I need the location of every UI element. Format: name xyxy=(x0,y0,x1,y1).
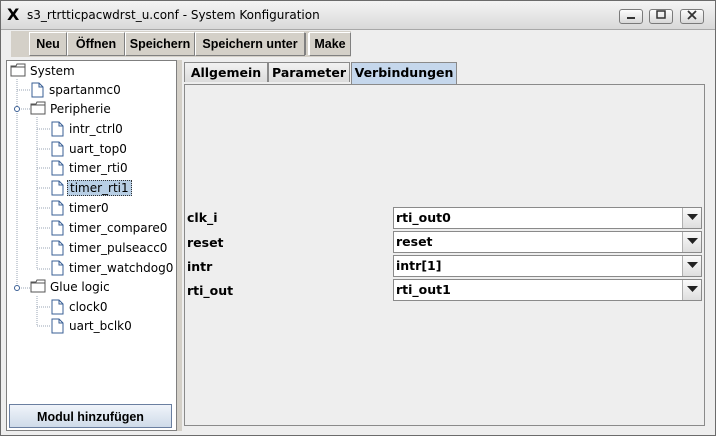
tree-item-system[interactable]: System xyxy=(10,62,77,80)
tree-item-label: Glue logic xyxy=(50,280,110,294)
tree-item-peripherie[interactable]: Peripherie xyxy=(30,100,113,118)
tree-item-label: timer_rti1 xyxy=(67,180,132,196)
maximize-icon xyxy=(656,10,666,19)
folder-icon xyxy=(30,101,46,115)
connection-label-clk-i: clk_i xyxy=(187,210,218,225)
chevron-down-icon xyxy=(687,238,698,244)
connection-label-rti-out: rti_out xyxy=(187,283,234,298)
tree-item-label: timer_rti0 xyxy=(69,161,128,175)
tree-item-timer-compare0[interactable]: timer_compare0 xyxy=(51,219,169,237)
chevron-down-icon xyxy=(687,262,698,268)
module-tree[interactable]: System spartanmc0 Peripherie intr_ctrl0 … xyxy=(6,60,177,431)
chevron-down-icon xyxy=(687,286,698,292)
dropdown-button[interactable] xyxy=(682,208,701,228)
connection-value: rti_out1 xyxy=(396,282,451,297)
tree-item-timer-rti1[interactable]: timer_rti1 xyxy=(51,179,132,197)
save-as-button[interactable]: Speichern unter xyxy=(195,32,305,56)
tab-verbindungen[interactable]: Verbindungen xyxy=(351,62,457,84)
x-icon: X xyxy=(7,5,20,24)
file-icon xyxy=(51,260,64,276)
tree-item-label: timer_pulseacc0 xyxy=(69,241,168,255)
file-icon xyxy=(51,160,64,176)
connection-value: reset xyxy=(396,234,433,249)
file-icon xyxy=(51,318,64,334)
connection-value: intr[1] xyxy=(396,258,442,273)
tree-item-label: System xyxy=(30,64,75,78)
tree-item-label: timer_watchdog0 xyxy=(69,261,174,275)
file-icon xyxy=(31,82,44,98)
tree-item-timer-watchdog0[interactable]: timer_watchdog0 xyxy=(51,259,175,277)
toolbar: Neu Öffnen Speichern Speichern unter Mak… xyxy=(11,31,351,57)
tree-item-timer0[interactable]: timer0 xyxy=(51,199,111,217)
tree-item-label: timer0 xyxy=(69,201,109,215)
connections-panel: clk_i rti_out0 reset reset intr intr[1] … xyxy=(184,84,705,426)
tree-item-timer-pulseacc0[interactable]: timer_pulseacc0 xyxy=(51,239,169,257)
expand-handle-icon[interactable] xyxy=(14,106,20,291)
file-icon xyxy=(51,180,64,196)
tree-item-glue-logic[interactable]: Glue logic xyxy=(30,278,112,296)
make-button[interactable]: Make xyxy=(309,32,351,56)
tab-allgemein[interactable]: Allgemein xyxy=(184,62,268,82)
file-icon xyxy=(51,200,64,216)
save-button[interactable]: Speichern xyxy=(125,32,195,56)
maximize-button[interactable] xyxy=(649,9,673,24)
connection-select-reset[interactable]: reset xyxy=(393,231,702,253)
connection-value: rti_out0 xyxy=(396,210,451,225)
dropdown-button[interactable] xyxy=(682,280,701,300)
close-button[interactable] xyxy=(680,9,704,24)
connection-label-reset: reset xyxy=(187,235,224,250)
tree-item-label: intr_ctrl0 xyxy=(69,122,123,136)
tree-item-label: spartanmc0 xyxy=(49,83,121,97)
tree-item-label: uart_bclk0 xyxy=(69,319,132,333)
tree-item-spartanmc0[interactable]: spartanmc0 xyxy=(31,81,123,99)
tree-item-clock0[interactable]: clock0 xyxy=(51,298,109,316)
connection-select-clk-i[interactable]: rti_out0 xyxy=(393,207,702,229)
connection-select-rti-out[interactable]: rti_out1 xyxy=(393,279,702,301)
tree-item-intr-ctrl0[interactable]: intr_ctrl0 xyxy=(51,120,125,138)
minimize-button[interactable] xyxy=(619,9,643,24)
tree-item-label: clock0 xyxy=(69,300,108,314)
chevron-down-icon xyxy=(687,214,698,220)
tree-item-timer-rti0[interactable]: timer_rti0 xyxy=(51,159,130,177)
file-icon xyxy=(51,141,64,157)
dropdown-button[interactable] xyxy=(682,256,701,276)
splitter-handle[interactable] xyxy=(177,60,182,431)
tab-parameter[interactable]: Parameter xyxy=(268,62,350,82)
connection-select-intr[interactable]: intr[1] xyxy=(393,255,702,277)
app-window: X s3_rtrtticpacwdrst_u.conf - System Kon… xyxy=(0,0,716,436)
tree-item-uart-bclk0[interactable]: uart_bclk0 xyxy=(51,317,134,335)
open-button[interactable]: Öffnen xyxy=(67,32,125,56)
close-icon xyxy=(687,10,697,20)
file-icon xyxy=(51,121,64,137)
tree-item-label: Peripherie xyxy=(50,102,111,116)
file-icon xyxy=(51,299,64,315)
title-bar[interactable]: X s3_rtrtticpacwdrst_u.conf - System Kon… xyxy=(1,1,715,30)
tree-item-uart-top0[interactable]: uart_top0 xyxy=(51,140,129,158)
tree-item-label: uart_top0 xyxy=(69,142,127,156)
folder-icon xyxy=(30,279,46,293)
minimize-icon xyxy=(627,17,635,19)
file-icon xyxy=(51,240,64,256)
file-icon xyxy=(51,220,64,236)
connection-label-intr: intr xyxy=(187,259,213,274)
folder-icon xyxy=(10,63,26,77)
dropdown-button[interactable] xyxy=(682,232,701,252)
tree-item-label: timer_compare0 xyxy=(69,221,168,235)
new-button[interactable]: Neu xyxy=(29,32,67,56)
add-module-button[interactable]: Modul hinzufügen xyxy=(9,404,172,428)
window-title: s3_rtrtticpacwdrst_u.conf - System Konfi… xyxy=(27,8,320,22)
